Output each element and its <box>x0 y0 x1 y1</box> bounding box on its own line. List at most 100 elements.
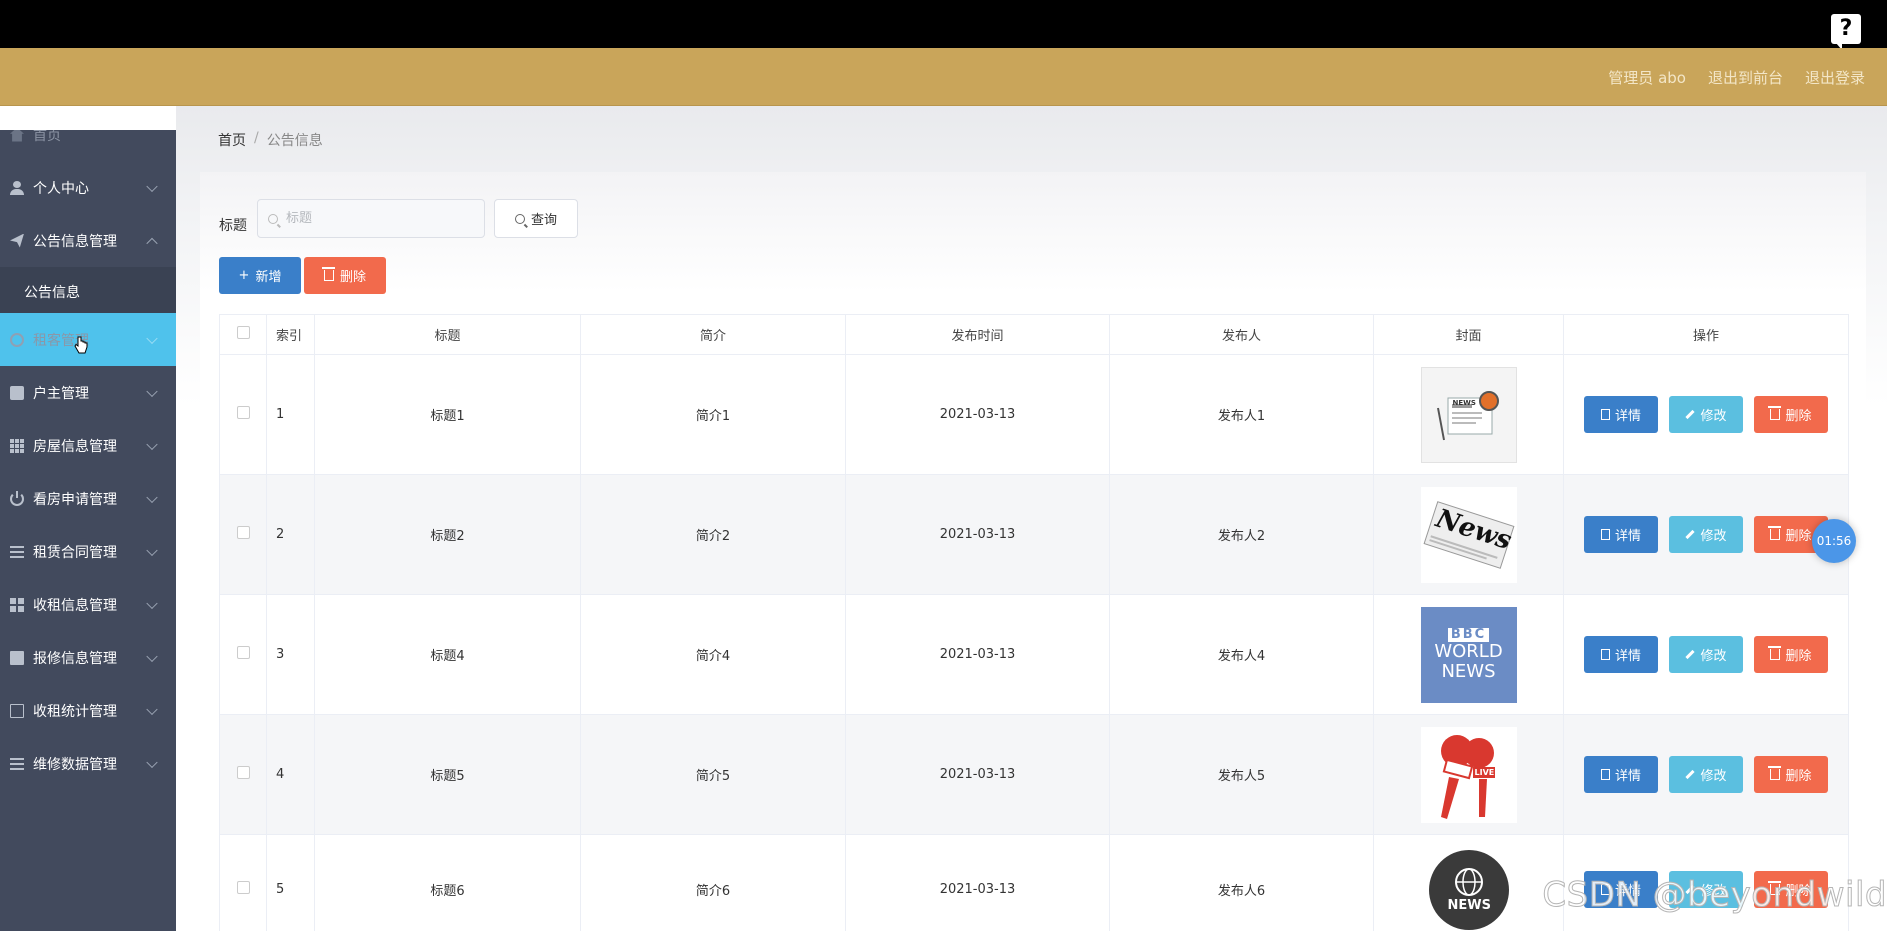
add-button[interactable]: + 新增 <box>219 257 301 294</box>
detail-label: 详情 <box>1614 529 1641 544</box>
search-input-wrapper[interactable] <box>257 199 485 238</box>
cell-publisher: 发布人4 <box>1109 594 1374 715</box>
search-icon <box>268 213 278 224</box>
query-button-label: 查询 <box>530 213 557 228</box>
detail-button[interactable]: 详情 <box>1584 516 1658 553</box>
chevron-down-icon <box>146 332 158 344</box>
select-all-cell <box>219 314 267 355</box>
cell-publisher: 发布人5 <box>1109 714 1374 835</box>
cell-time: 2021-03-13 <box>845 354 1110 475</box>
sidebar-item-label: 户主管理 <box>33 385 89 402</box>
delete-button[interactable]: 删除 <box>1754 756 1828 793</box>
trash-icon <box>1768 526 1782 540</box>
sidebar-item-repair-info[interactable]: 报修信息管理 <box>0 631 176 684</box>
search-label: 标题 <box>219 218 247 234</box>
sidebar-item-home[interactable]: 首页 <box>0 130 176 161</box>
column-header-time: 发布时间 <box>845 314 1110 355</box>
sidebar-item-notice-management[interactable]: 公告信息管理 <box>0 214 176 267</box>
back-to-front-link[interactable]: 退出到前台 <box>1708 67 1783 88</box>
recording-timer-badge: 01:56 <box>1812 519 1856 563</box>
row-checkbox[interactable] <box>236 406 250 419</box>
sidebar-item-lease-contract[interactable]: 租赁合同管理 <box>0 525 176 578</box>
cell-publisher: 发布人6 <box>1109 834 1374 931</box>
detail-button[interactable]: 详情 <box>1584 636 1658 673</box>
cell-time: 2021-03-13 <box>845 594 1110 715</box>
sidebar-item-label: 租赁合同管理 <box>33 544 117 561</box>
edit-button[interactable]: 修改 <box>1669 396 1743 433</box>
table-row: 2 标题2 简介2 2021-03-13 发布人2 News 详情 修改 删除 <box>219 474 1849 595</box>
chevron-down-icon <box>146 650 158 662</box>
cell-index: 2 <box>266 474 315 595</box>
row-checkbox[interactable] <box>236 766 250 779</box>
cell-index: 3 <box>266 594 315 715</box>
document-icon <box>1600 409 1610 420</box>
search-input[interactable] <box>286 211 466 226</box>
sidebar-item-label: 收租信息管理 <box>33 597 117 614</box>
delete-button[interactable]: 删除 <box>1754 396 1828 433</box>
sidebar-item-house-info[interactable]: 房屋信息管理 <box>0 419 176 472</box>
help-icon[interactable]: ? <box>1831 14 1861 50</box>
sidebar-item-rent-statistics[interactable]: 收租统计管理 <box>0 684 176 737</box>
pencil-icon <box>1685 769 1696 780</box>
row-checkbox[interactable] <box>236 526 250 539</box>
delete-label: 删除 <box>1785 769 1812 784</box>
admin-username: 管理员 abo <box>1608 68 1686 87</box>
cell-index: 5 <box>266 834 315 931</box>
add-button-label: 新增 <box>255 270 282 285</box>
cell-cover: LIVE <box>1373 714 1564 835</box>
sidebar: 首页 个人中心 公告信息管理 公告信息 租客管理 户主管理 房屋信息管理 看房申… <box>0 130 176 931</box>
delete-button[interactable]: 删除 <box>1754 636 1828 673</box>
sidebar-item-label: 报修信息管理 <box>33 650 117 667</box>
edit-button[interactable]: 修改 <box>1669 516 1743 553</box>
edit-button[interactable]: 修改 <box>1669 636 1743 673</box>
chevron-down-icon <box>146 491 158 503</box>
cover-text: LIVE <box>1474 767 1495 777</box>
cover-image-news-illustration[interactable]: NEWS <box>1420 366 1517 463</box>
cover-image-news-globe[interactable]: NEWS <box>1420 841 1517 931</box>
cover-text: WORLD <box>1434 640 1503 662</box>
breadcrumb-home[interactable]: 首页 <box>218 130 246 150</box>
detail-button[interactable]: 详情 <box>1584 756 1658 793</box>
chevron-down-icon <box>146 597 158 609</box>
edit-label: 修改 <box>1700 529 1727 544</box>
sidebar-item-owner-management[interactable]: 户主管理 <box>0 366 176 419</box>
edit-label: 修改 <box>1700 409 1727 424</box>
cover-image-newspaper[interactable]: News <box>1420 486 1517 583</box>
send-icon <box>10 233 24 248</box>
cell-cover: NEWS <box>1373 354 1564 475</box>
cell-cover: BBC WORLD NEWS <box>1373 594 1564 715</box>
detail-label: 详情 <box>1614 649 1641 664</box>
cell-title: 标题2 <box>314 474 581 595</box>
cell-publisher: 发布人2 <box>1109 474 1374 595</box>
row-checkbox[interactable] <box>236 646 250 659</box>
table-row: 4 标题5 简介5 2021-03-13 发布人5 LIVE 详情 修改 删除 <box>219 714 1849 835</box>
cover-image-bbc-world-news[interactable]: BBC WORLD NEWS <box>1420 606 1517 703</box>
batch-delete-button[interactable]: 删除 <box>304 257 386 294</box>
logout-link[interactable]: 退出登录 <box>1805 67 1865 88</box>
sidebar-item-repair-data[interactable]: 维修数据管理 <box>0 737 176 790</box>
sidebar-item-personal-center[interactable]: 个人中心 <box>0 161 176 214</box>
sidebar-item-tenant-management[interactable]: 租客管理 <box>0 313 176 366</box>
select-all-checkbox[interactable] <box>236 326 250 339</box>
sidebar-item-rent-collection[interactable]: 收租信息管理 <box>0 578 176 631</box>
sidebar-item-label: 看房申请管理 <box>33 491 117 508</box>
query-button[interactable]: 查询 <box>494 199 578 238</box>
cell-actions: 详情 修改 删除 <box>1563 714 1849 835</box>
sidebar-subitem-label: 公告信息 <box>24 284 80 301</box>
circle-icon <box>10 332 24 347</box>
cover-text: BBC <box>1447 627 1490 642</box>
cover-image-live-microphones[interactable]: LIVE <box>1420 726 1517 823</box>
column-header-intro: 简介 <box>580 314 846 355</box>
sidebar-item-label: 收租统计管理 <box>33 703 117 720</box>
edit-button[interactable]: 修改 <box>1669 756 1743 793</box>
sidebar-subitem-notice-info[interactable]: 公告信息 <box>0 267 176 316</box>
list-icon <box>10 756 24 771</box>
row-checkbox[interactable] <box>236 881 250 894</box>
sidebar-item-label: 个人中心 <box>33 180 89 197</box>
pencil-icon <box>1685 529 1696 540</box>
detail-button[interactable]: 详情 <box>1584 396 1658 433</box>
sidebar-item-viewing-request[interactable]: 看房申请管理 <box>0 472 176 525</box>
trash-icon <box>1768 406 1782 420</box>
sidebar-item-label: 首页 <box>33 130 61 144</box>
pencil-icon <box>1685 409 1696 420</box>
